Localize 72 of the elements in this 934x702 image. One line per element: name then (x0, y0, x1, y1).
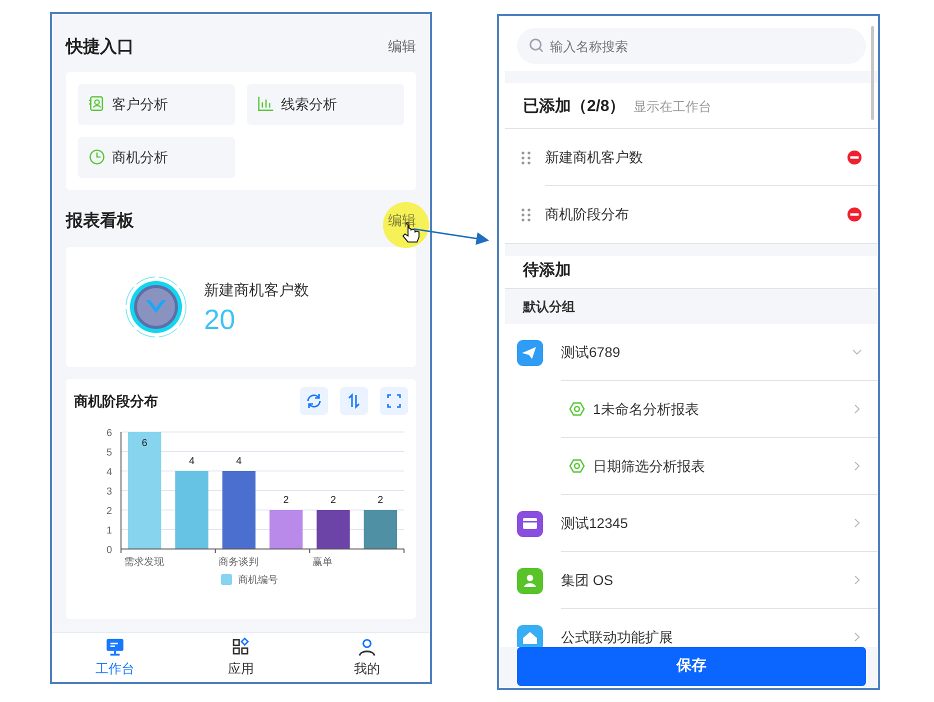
search-icon (529, 38, 544, 53)
bar (316, 510, 350, 549)
axis-label: 需求发现 (124, 557, 164, 568)
section-title: 快捷入口 (66, 36, 134, 58)
hexagon-icon (569, 401, 585, 417)
data-label: 2 (378, 495, 384, 506)
axis-label: 4 (106, 467, 112, 478)
bar (364, 510, 397, 549)
save-button[interactable]: 保存 (517, 647, 866, 686)
emblem-icon (124, 275, 188, 339)
person-icon (356, 637, 378, 656)
monitor-icon (104, 637, 126, 656)
remove-icon[interactable] (847, 150, 862, 164)
chevron-right-icon[interactable] (852, 575, 862, 585)
app-name: 公式联动功能扩展 (561, 628, 673, 646)
quick-entry-tile[interactable]: 客户分析 (78, 84, 235, 124)
data-label: 6 (142, 438, 148, 449)
bar-chart-icon (257, 95, 275, 113)
axis-label: 5 (106, 448, 112, 458)
drag-handle-icon[interactable] (521, 150, 531, 164)
fullscreen-icon (385, 392, 403, 410)
metric-label: 新建商机客户数 (204, 280, 309, 301)
apps-grid-icon (230, 637, 252, 656)
edit-link[interactable]: 编辑 (388, 36, 416, 58)
data-label: 4 (236, 456, 242, 467)
axis-label: 6 (106, 428, 112, 439)
fullscreen-button[interactable] (380, 387, 408, 415)
section-hint: 显示在工作台 (633, 98, 712, 116)
refresh-button[interactable] (300, 387, 328, 415)
metric-value: 20 (204, 306, 236, 334)
tab-bar-item[interactable]: 应用 (178, 633, 304, 682)
list-item-label: 商机阶段分布 (545, 205, 629, 224)
hexagon-icon (569, 458, 585, 474)
legend-swatch (221, 574, 232, 585)
chevron-down-icon[interactable] (852, 347, 862, 357)
tab-bar-item[interactable]: 工作台 (52, 633, 178, 682)
chevron-right-icon[interactable] (852, 632, 862, 642)
app-name: 测试6789 (561, 342, 620, 362)
drag-handle-icon[interactable] (521, 208, 531, 222)
app-name: 集团 OS (561, 570, 614, 590)
axis-label: 1 (106, 526, 112, 536)
app-name: 测试12345 (561, 514, 628, 532)
quick-entry-tile[interactable]: 线索分析 (247, 84, 404, 124)
legend-label: 商机编号 (238, 575, 278, 586)
clock-icon (88, 148, 106, 166)
report-name: 1未命名分析报表 (593, 400, 699, 418)
data-label: 4 (188, 456, 195, 467)
quick-entry-tile[interactable]: 商机分析 (78, 136, 235, 178)
tab-bar-item[interactable]: 我的 (304, 633, 430, 682)
section-title: 已添加（2/8） (523, 96, 626, 117)
remove-icon[interactable] (847, 207, 862, 222)
axis-label: 0 (106, 545, 112, 556)
refresh-icon (305, 392, 323, 410)
section-title: 报表看板 (66, 210, 134, 232)
data-label: 2 (283, 495, 289, 506)
group-label: 默认分组 (523, 298, 575, 316)
chart-title: 商机阶段分布 (74, 392, 158, 410)
chevron-right-icon[interactable] (852, 404, 862, 414)
section-title: 待添加 (523, 262, 571, 279)
contact-card-icon (88, 95, 106, 113)
list-item-label: 新建商机客户数 (545, 148, 643, 166)
search-field[interactable]: 输入名称搜索 (517, 28, 866, 64)
sort-button[interactable] (340, 387, 368, 415)
data-label: 2 (330, 495, 336, 506)
chevron-right-icon[interactable] (852, 518, 862, 528)
axis-label: 赢单 (312, 557, 333, 568)
axis-label: 商务谈判 (218, 557, 258, 568)
axis-label: 3 (106, 486, 112, 498)
bar (270, 510, 303, 549)
report-name: 日期筛选分析报表 (593, 456, 705, 476)
chevron-right-icon[interactable] (852, 461, 862, 471)
axis-label: 2 (106, 506, 112, 517)
